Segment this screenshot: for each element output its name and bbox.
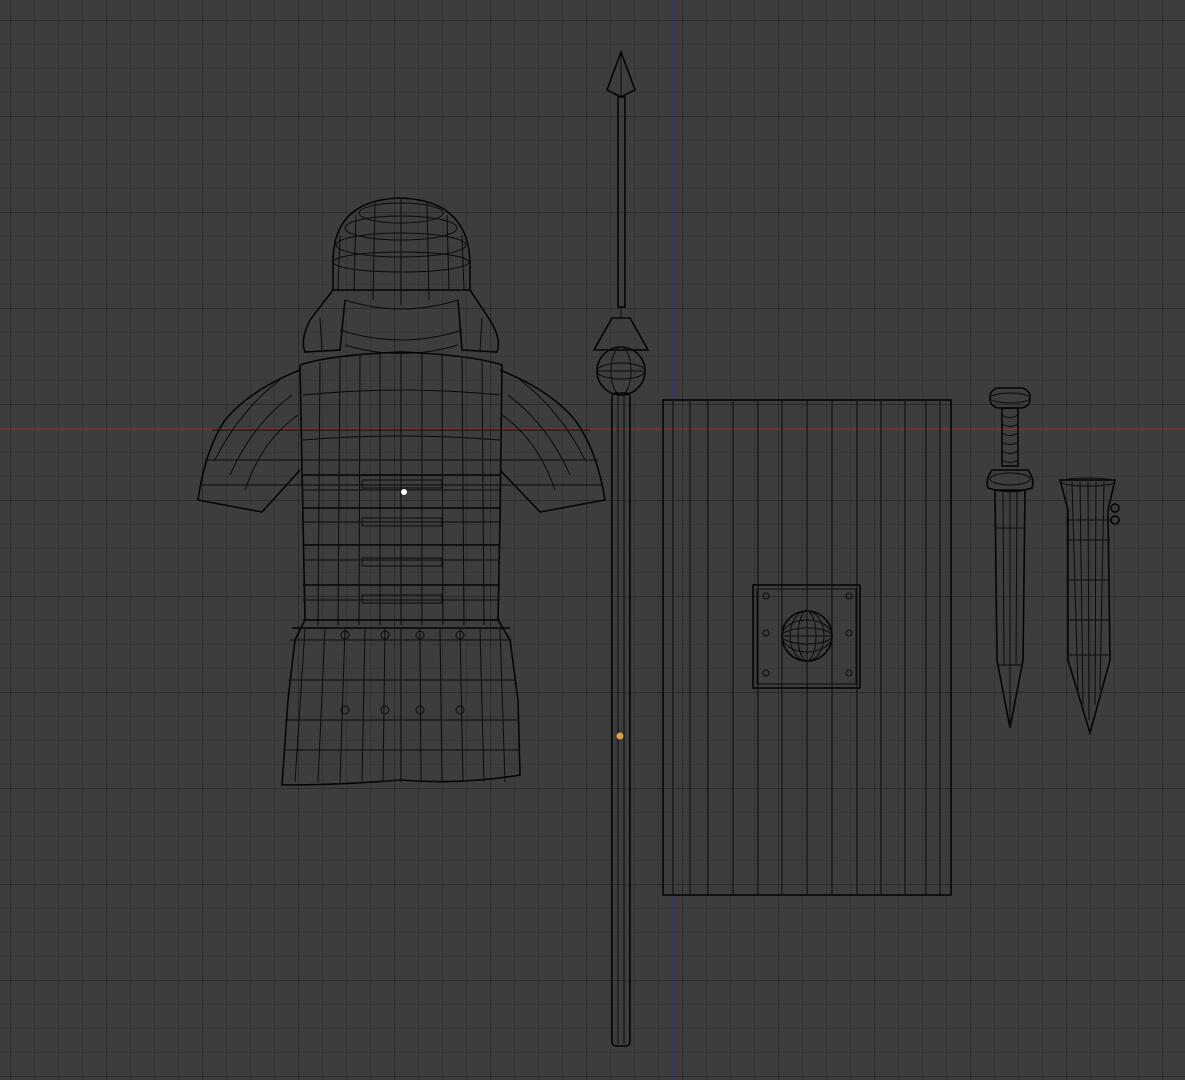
helmet-mesh[interactable] [302,197,500,354]
armor-wireframe-object[interactable] [197,197,606,786]
spear-origin-marker [616,732,624,740]
torso-mesh[interactable] [197,351,606,786]
spear-wireframe-object[interactable] [592,49,650,1047]
3d-viewport[interactable] [0,0,1185,1080]
sword-wireframe-object[interactable] [986,387,1034,729]
armor-origin-marker [401,489,407,495]
shield-wireframe-object[interactable] [662,399,952,896]
scabbard-wireframe-object[interactable] [1058,477,1120,736]
